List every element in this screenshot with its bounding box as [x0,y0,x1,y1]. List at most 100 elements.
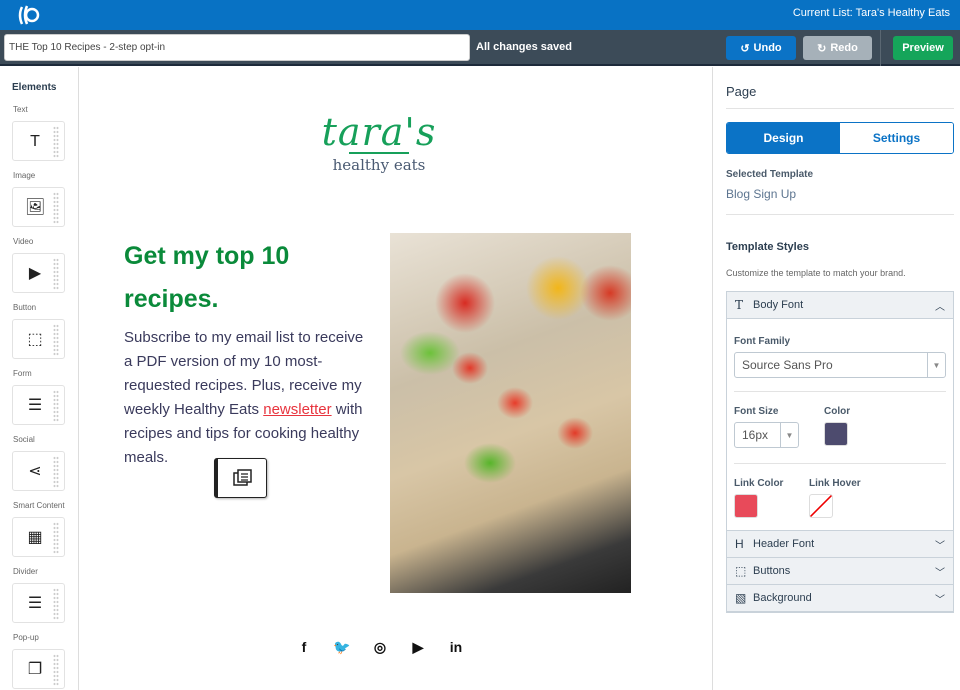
element-label: Smart Content [13,501,65,510]
drag-handle[interactable] [53,324,59,356]
link-color-swatch[interactable] [734,494,758,518]
page-canvas[interactable]: tara's healthy eats Get my top 10 recipe… [79,67,712,690]
panel-title: Page [726,84,757,99]
body-font-header[interactable]: T Body Font ︿ [727,292,953,319]
undo-button[interactable]: ↺ Undo [726,36,796,60]
font-family-select[interactable]: Source Sans Pro ▼ [734,352,946,378]
link-color-label: Link Color [734,478,784,489]
preview-button[interactable]: Preview [893,36,953,60]
font-family-value: Source Sans Pro [742,358,833,372]
drag-handle[interactable] [53,654,59,686]
button-icon: ⬚ [735,564,747,578]
tab-design[interactable]: Design [727,123,840,153]
drag-handle[interactable] [53,588,59,620]
text-icon: T [735,298,744,312]
text-icon: T [30,133,40,150]
font-family-label: Font Family [734,336,791,347]
popup-icon [233,469,252,486]
section-title: Buttons [753,565,791,577]
chevron-up-icon: ︿ [935,301,945,313]
element-label: Video [13,237,34,246]
background-icon: ▧ [735,591,747,605]
element-label: Pop-up [13,633,39,642]
drag-handle[interactable] [53,390,59,422]
divider [880,30,881,66]
element-button[interactable]: ⬚ [12,319,65,359]
brand-logo[interactable]: tara's healthy eats [319,112,439,174]
top-bar: Current List: Tara's Healthy Eats [0,0,960,30]
body-font-section: T Body Font ︿ Font Family Source Sans Pro ▼… [726,291,954,531]
save-status: All changes saved [476,41,572,53]
settings-panel: Page Design Settings Selected Template B… [712,67,960,690]
redo-icon: ↻ [817,42,827,55]
current-list[interactable]: Current List: Tara's Healthy Eats [793,7,950,19]
button-icon: ⬚ [27,331,43,348]
undo-label: Undo [753,42,782,54]
redo-button[interactable]: ↻ Redo [803,36,872,60]
social-icon: ⋖ [28,463,42,480]
twitter-icon[interactable]: 🐦 [332,637,352,657]
background-section: ▧ Background ﹀ [726,584,954,613]
divider [734,391,946,392]
element-label: Divider [13,567,38,576]
element-text[interactable]: T [12,121,65,161]
element-label: Form [13,369,32,378]
element-form[interactable]: ☰ [12,385,65,425]
linkedin-icon[interactable]: in [446,637,466,657]
elements-sidebar: Elements Text T Image 🖼 Video ▶ Button ⬚ For… [0,67,79,690]
element-label: Image [13,171,36,180]
header-icon: H [735,537,744,551]
tab-settings[interactable]: Settings [840,123,953,153]
section-title: Header Font [753,538,815,550]
buttons-header[interactable]: ⬚ Buttons ﹀ [727,558,953,585]
font-color-swatch[interactable] [824,422,848,446]
drag-handle[interactable] [53,126,59,158]
header-font-section: H Header Font ﹀ [726,530,954,559]
undo-icon: ↺ [740,42,750,55]
font-size-select[interactable]: 16px ▼ [734,422,799,448]
background-header[interactable]: ▧ Background ﹀ [727,585,953,612]
food-photo[interactable] [390,233,631,593]
panel-tabs: Design Settings [726,122,954,154]
instagram-icon[interactable]: ◎ [370,637,390,657]
drag-handle[interactable] [53,192,59,224]
divider-icon: ☰ [27,595,43,612]
body-text[interactable]: Subscribe to my email list to receive a … [124,326,374,470]
element-pop-up[interactable]: ❐ [12,649,65,689]
chevron-down-icon: ﹀ [935,594,945,606]
drag-handle[interactable] [53,456,59,488]
element-image[interactable]: 🖼 [12,187,65,227]
element-label: Social [13,435,35,444]
facebook-icon[interactable]: f [294,637,314,657]
divider [726,214,954,215]
element-video[interactable]: ▶ [12,253,65,293]
aweber-logo-icon [18,5,40,25]
chevron-down-icon: ▼ [780,423,798,447]
redo-label: Redo [830,42,858,54]
element-label: Button [13,303,37,312]
element-social[interactable]: ⋖ [12,451,65,491]
form-icon: ☰ [27,397,43,414]
selected-template[interactable]: Blog Sign Up [726,187,796,201]
link-hover-label: Link Hover [809,478,861,489]
header-font-header[interactable]: H Header Font ﹀ [727,531,953,558]
social-icons: f 🐦 ◎ ▶ in [294,637,466,657]
element-divider[interactable]: ☰ [12,583,65,623]
youtube-icon[interactable]: ▶ [408,637,428,657]
pop-up-icon: ❐ [27,661,43,678]
divider [726,108,954,109]
video-icon: ▶ [28,265,42,282]
link-hover-swatch[interactable] [809,494,833,518]
elements-title: Elements [12,82,57,93]
drag-handle[interactable] [53,522,59,554]
brand-sub: healthy eats [332,156,426,174]
toolbar: All changes saved ↺Undo ↻Redo Preview [0,30,960,66]
chevron-down-icon: ﹀ [935,567,945,579]
newsletter-link[interactable]: newsletter [263,401,331,418]
headline[interactable]: Get my top 10 recipes. [124,235,354,321]
font-size-label: Font Size [734,406,779,417]
popup-block-handle[interactable] [214,458,267,498]
element-smart-content[interactable]: ▦ [12,517,65,557]
drag-handle[interactable] [53,258,59,290]
page-name-input[interactable] [4,34,470,61]
